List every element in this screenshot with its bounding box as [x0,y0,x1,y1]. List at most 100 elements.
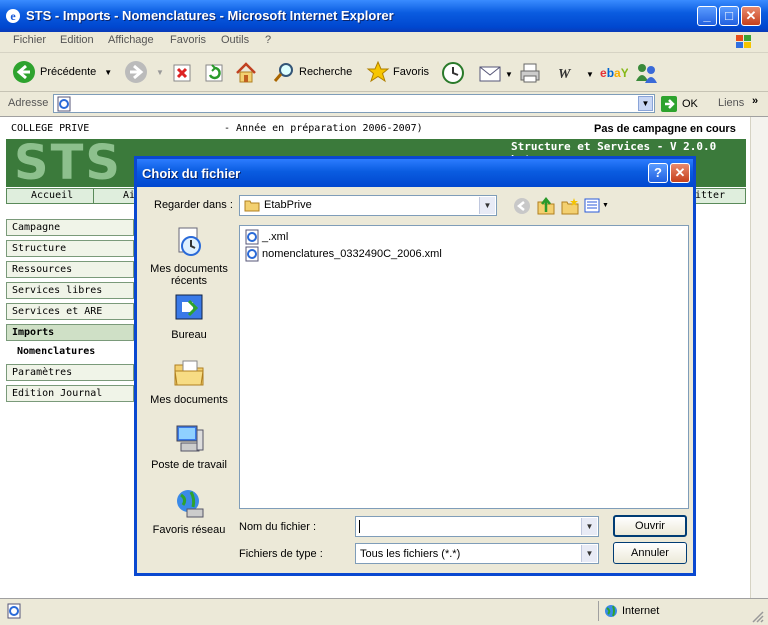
my-computer-icon [176,425,204,452]
recent-documents-icon [178,227,201,256]
chevron-down-icon[interactable]: ▼ [581,545,597,562]
address-bar: Adresse ▼ OK Liens » [0,92,768,117]
place-recent-documents[interactable]: Mes documents récents [147,226,231,287]
sidebar-item-parametres[interactable]: Paramètres [6,364,134,381]
address-label: Adresse [8,97,49,109]
sidebar-subitem-nomenclatures[interactable]: Nomenclatures [17,346,95,357]
filetype-dropdown[interactable]: Tous les fichiers (*.*) ▼ [355,543,599,564]
nav-divider [93,189,94,203]
network-places-icon [177,490,204,518]
print-icon[interactable] [518,61,542,85]
star-icon [366,60,390,83]
sidebar-item-services-are[interactable]: Services et ARE [6,303,134,320]
svg-text:e: e [10,9,16,23]
place-label: Poste de travail [151,459,227,471]
globe-icon [605,605,617,617]
page-scrollbar[interactable] [750,117,768,598]
my-documents-icon [174,360,204,386]
address-input[interactable]: ▼ [53,94,655,113]
place-my-computer[interactable]: Poste de travail [147,422,231,471]
chevron-right-icon[interactable]: » [752,95,758,107]
place-my-documents[interactable]: Mes documents [147,357,231,406]
refresh-icon[interactable] [204,63,224,83]
favorites-button[interactable]: Favoris [366,60,430,83]
file-list[interactable]: _.xml nomenclatures_0332490C_2006.xml [239,225,689,509]
go-button[interactable]: OK [660,95,698,113]
dialog-title-bar[interactable]: Choix du fichier ? ✕ [137,159,693,187]
sts-logo: STS [14,135,122,191]
stop-icon[interactable] [172,63,192,83]
minimize-button[interactable]: _ [697,6,717,26]
sidebar-item-services-libres[interactable]: Services libres [6,282,134,299]
dialog-title: Choix du fichier [142,166,241,181]
status-zone: Internet [622,605,660,617]
ebay-icon[interactable]: ebaY [600,63,628,83]
chevron-down-icon[interactable]: ▼ [586,70,594,79]
back-arrow-icon [13,61,35,83]
close-button[interactable]: ✕ [741,6,761,26]
file-dialog: Choix du fichier ? ✕ Regarder dans : Eta… [134,156,696,576]
place-label: Bureau [171,329,207,341]
mail-icon[interactable] [478,62,504,84]
file-name: nomenclatures_0332490C_2006.xml [262,248,442,260]
list-item[interactable]: nomenclatures_0332490C_2006.xml [244,246,442,262]
sidebar-item-edition-journal[interactable]: Edition Journal [6,385,134,402]
sidebar-item-campagne[interactable]: Campagne [6,219,134,236]
menu-fichier[interactable]: Fichier [13,34,46,46]
up-folder-icon[interactable] [536,196,556,216]
place-network[interactable]: Favoris réseau [147,487,231,536]
word-icon[interactable]: W [556,63,576,83]
sidebar-item-ressources[interactable]: Ressources [6,261,134,278]
chevron-down-icon[interactable]: ▼ [479,197,495,214]
window-title-bar[interactable]: e STS - Imports - Nomenclatures - Micros… [0,0,768,32]
back-button[interactable]: Précédente ▼ [12,61,112,83]
menu-favoris[interactable]: Favoris [170,34,206,46]
search-icon [273,63,293,82]
chevron-down-icon: ▼ [156,67,164,77]
maximize-button[interactable]: □ [719,6,739,26]
toolbar: Précédente ▼ ▼ Recherche Favoris ▼ W ▼ e… [0,53,768,92]
place-label: Favoris réseau [152,524,226,536]
messenger-icon[interactable] [633,61,659,85]
chevron-down-icon[interactable]: ▼ [602,202,609,209]
new-folder-icon[interactable] [560,196,580,216]
place-desktop[interactable]: Bureau [147,292,231,341]
back-arrow-icon[interactable] [513,197,531,215]
nav-quitter-partial[interactable]: itter [695,190,725,201]
cancel-button[interactable]: Annuler [613,542,687,564]
menu-affichage[interactable]: Affichage [108,34,154,46]
history-icon[interactable] [441,61,465,85]
menu-help[interactable]: ? [265,34,271,46]
favorites-label: Favoris [393,66,430,78]
address-dropdown-button[interactable]: ▼ [638,96,653,111]
sidebar-item-structure[interactable]: Structure [6,240,134,257]
chevron-down-icon[interactable]: ▼ [104,68,112,77]
look-in-value: EtabPrive [264,199,312,211]
links-label[interactable]: Liens [718,97,744,109]
svg-text:ebaY: ebaY [600,66,628,80]
home-icon[interactable] [234,61,258,85]
filename-label: Nom du fichier : [239,521,317,533]
menu-outils[interactable]: Outils [221,34,249,46]
look-in-label: Regarder dans : [154,199,233,211]
nav-accueil[interactable]: Accueil [31,190,73,201]
open-button[interactable]: Ouvrir [613,515,687,537]
text-cursor [359,520,360,533]
help-button[interactable]: ? [648,163,668,183]
view-menu-icon[interactable] [584,197,604,215]
file-name: _.xml [262,231,289,243]
chevron-down-icon[interactable]: ▼ [581,518,597,535]
filename-input[interactable]: ▼ [355,516,599,537]
look-in-dropdown[interactable]: EtabPrive ▼ [239,195,497,216]
dialog-close-button[interactable]: ✕ [670,163,690,183]
sidebar-item-imports[interactable]: Imports [6,324,134,341]
windows-logo-icon [736,35,751,48]
chevron-down-icon[interactable]: ▼ [505,70,513,79]
search-button[interactable]: Recherche [272,61,352,83]
forward-button[interactable]: ▼ [124,61,164,83]
ie-logo-icon: e [6,9,20,23]
menu-edition[interactable]: Edition [60,34,94,46]
list-item[interactable]: _.xml [244,229,288,245]
desktop-icon [175,294,203,320]
resize-grip-icon[interactable] [750,609,764,623]
